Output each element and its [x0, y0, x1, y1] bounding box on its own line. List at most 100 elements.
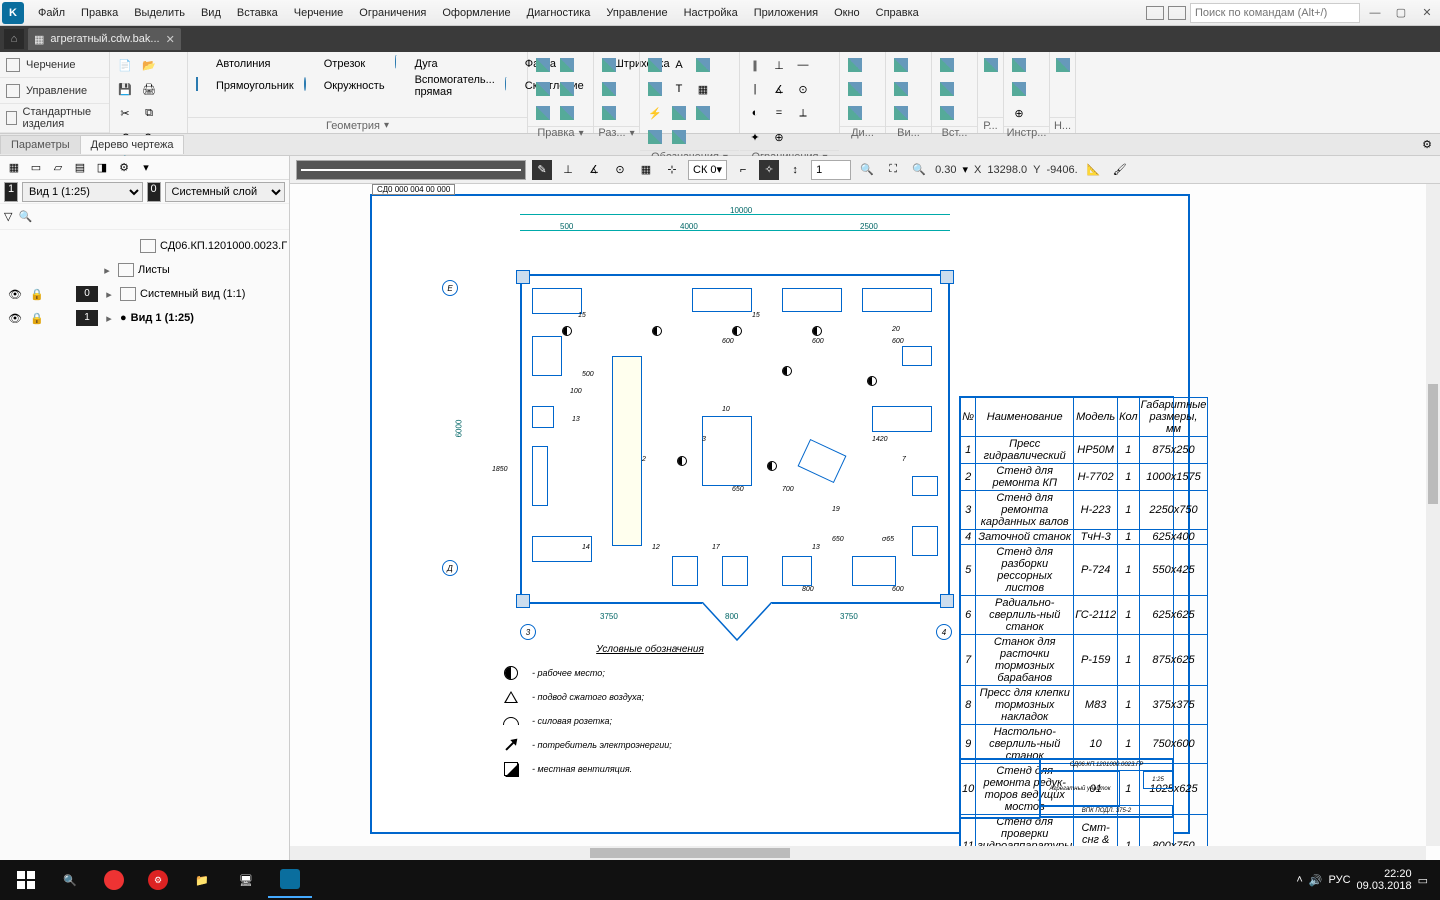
taskbar-explorer[interactable]: 📁 [180, 862, 224, 898]
menu-manage[interactable]: Управление [598, 3, 675, 23]
annot-1[interactable] [644, 54, 666, 76]
side-tool-6[interactable]: ⚙ [114, 158, 134, 178]
side-tool-2[interactable]: ▭ [26, 158, 46, 178]
angle-icon[interactable]: ∡ [584, 160, 604, 180]
taskbar-app-1[interactable] [92, 862, 136, 898]
menu-view[interactable]: Вид [193, 3, 229, 23]
vw-3[interactable] [890, 102, 912, 124]
tab-parameters[interactable]: Параметры [0, 135, 81, 154]
con-9[interactable]: ⟂ [792, 102, 814, 124]
side-tool-5[interactable]: ◨ [92, 158, 112, 178]
view-select[interactable]: Вид 1 (1:25) [22, 182, 143, 202]
menu-constraints[interactable]: Ограничения [351, 3, 434, 23]
command-search[interactable] [1190, 3, 1360, 23]
measure-icon[interactable]: 📐 [1084, 160, 1104, 180]
edit-tool-1[interactable] [532, 54, 554, 76]
close-button[interactable]: ✕ [1416, 3, 1438, 23]
edit-tool-6[interactable] [556, 102, 578, 124]
mode-manage[interactable]: Управление [0, 78, 109, 104]
annot-7[interactable]: ⚡ [644, 102, 666, 124]
con-5[interactable]: ∡ [768, 78, 790, 100]
annot-10[interactable] [644, 126, 666, 148]
r-1[interactable] [982, 54, 999, 76]
menu-draw[interactable]: Черчение [286, 3, 352, 23]
annot-3[interactable] [692, 54, 714, 76]
panel-settings-icon[interactable]: ⚙ [1418, 136, 1436, 154]
menu-file[interactable]: Файл [30, 3, 73, 23]
con-3[interactable]: — [792, 54, 814, 76]
menu-diagnostics[interactable]: Диагностика [519, 3, 599, 23]
annot-5[interactable]: T [668, 78, 690, 100]
filter-icon[interactable]: ▽ [4, 210, 12, 223]
drawing-canvas[interactable]: СД0 000 004 00 000 10000 500 4000 2500 6… [290, 184, 1440, 860]
dim-tool-3[interactable] [598, 102, 620, 124]
eye-icon-2[interactable]: 👁 [6, 312, 24, 325]
menu-settings[interactable]: Настройка [676, 3, 746, 23]
side-tool-1[interactable]: ▦ [4, 158, 24, 178]
tree-system-view[interactable]: 👁 🔒 0 ▸ Системный вид (1:1) [0, 282, 289, 306]
dg-2[interactable] [844, 78, 866, 100]
brush-icon[interactable]: 🖌 [1110, 160, 1130, 180]
tl-1[interactable] [1008, 54, 1030, 76]
tray-up-icon[interactable]: ˄ [1296, 874, 1302, 886]
menu-apps[interactable]: Приложения [746, 3, 826, 23]
grid-icon[interactable]: ▦ [636, 160, 656, 180]
tl-2[interactable] [1008, 78, 1030, 100]
edit-tool-2[interactable] [556, 54, 578, 76]
annot-8[interactable] [668, 102, 690, 124]
taskbar-app-2[interactable]: ⚙ [136, 862, 180, 898]
axis-icon[interactable]: ⊹ [662, 160, 682, 180]
menu-help[interactable]: Справка [868, 3, 927, 23]
tree-view-1[interactable]: 👁 🔒 1 ▸● Вид 1 (1:25) [0, 306, 289, 330]
maximize-button[interactable]: ▢ [1390, 3, 1412, 23]
zoom-in-icon[interactable]: 🔍 [909, 160, 929, 180]
print-icon[interactable]: 🖨 [138, 78, 160, 100]
tool-circle[interactable]: Окружность [300, 76, 389, 96]
menu-window[interactable]: Окно [826, 3, 868, 23]
layout-icon-2[interactable] [1168, 6, 1186, 20]
dg-3[interactable] [844, 102, 866, 124]
con-4[interactable]: | [744, 78, 766, 100]
menu-edit[interactable]: Правка [73, 3, 126, 23]
lock-icon[interactable]: 🔒 [28, 288, 46, 301]
tool-auxline[interactable]: Вспомогатель... прямая [391, 76, 499, 96]
side-tool-7[interactable]: ▾ [136, 158, 156, 178]
in-3[interactable] [936, 102, 958, 124]
mode-std-parts[interactable]: Стандартные изделия [0, 104, 109, 133]
menu-insert[interactable]: Вставка [229, 3, 286, 23]
tool-arc[interactable]: Дуга [391, 54, 499, 74]
dim-tool-1[interactable] [598, 54, 620, 76]
zoom-out-icon[interactable]: 🔍 [857, 160, 877, 180]
layout-icon-1[interactable] [1146, 6, 1164, 20]
con-8[interactable]: = [768, 102, 790, 124]
mode-drawing[interactable]: Черчение [0, 52, 109, 78]
new-icon[interactable]: 📄 [114, 54, 136, 76]
start-button[interactable] [4, 862, 48, 898]
annot-6[interactable]: ▦ [692, 78, 714, 100]
eye-icon[interactable]: 👁 [6, 288, 24, 301]
close-tab-icon[interactable]: ✕ [166, 33, 175, 46]
save-icon[interactable]: 💾 [114, 78, 136, 100]
n-1[interactable] [1054, 54, 1071, 76]
perp-icon[interactable]: ⊥ [558, 160, 578, 180]
con-10[interactable]: ✦ [744, 126, 766, 148]
tray-lang[interactable]: РУС [1329, 874, 1351, 886]
annot-11[interactable] [668, 126, 690, 148]
linetype-select[interactable] [296, 160, 526, 180]
taskbar-app-3[interactable]: 🖥 [224, 862, 268, 898]
annot-4[interactable] [644, 78, 666, 100]
tree-search-input[interactable] [38, 208, 285, 226]
dim-tool-2[interactable] [598, 78, 620, 100]
tray-notifications-icon[interactable]: ▭ [1418, 874, 1428, 887]
minimize-button[interactable]: — [1364, 3, 1386, 23]
layer-select[interactable]: Системный слой [165, 182, 286, 202]
tool-rectangle[interactable]: Прямоугольник [192, 76, 298, 96]
vw-1[interactable] [890, 54, 912, 76]
edit-tool-3[interactable] [532, 78, 554, 100]
con-6[interactable]: ⊙ [792, 78, 814, 100]
annot-2[interactable]: A [668, 54, 690, 76]
edit-tool-5[interactable] [532, 102, 554, 124]
vw-2[interactable] [890, 78, 912, 100]
tl-3[interactable]: ⊕ [1008, 102, 1030, 124]
con-1[interactable]: ∥ [744, 54, 766, 76]
